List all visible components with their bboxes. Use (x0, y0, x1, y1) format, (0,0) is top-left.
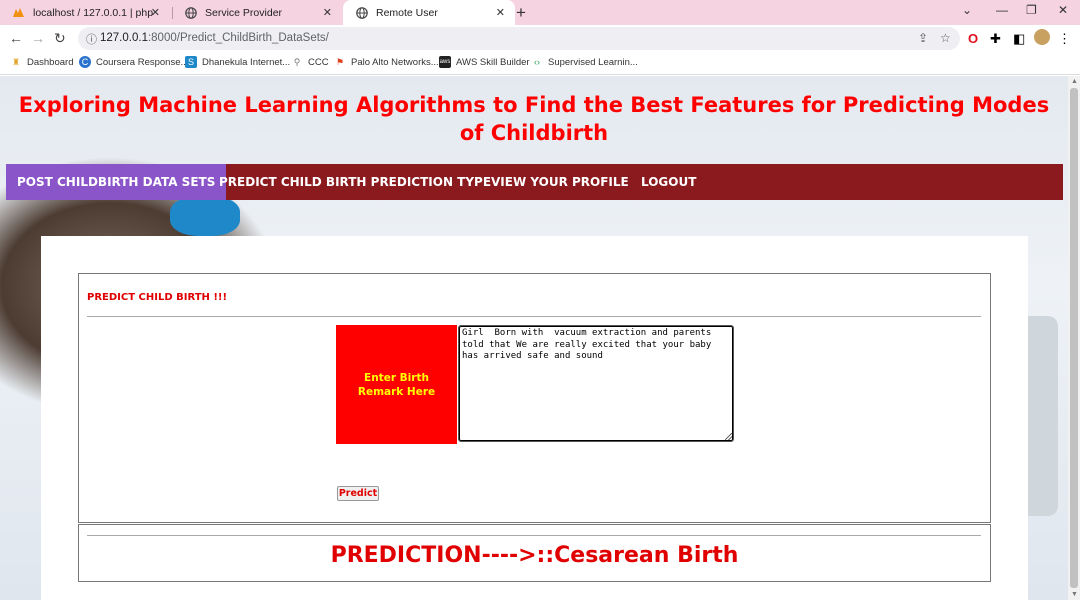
form-heading: PREDICT CHILD BIRTH !!! (87, 292, 228, 303)
phpmyadmin-icon (12, 6, 25, 19)
s-logo-icon: S (185, 56, 197, 68)
tab-remote-user[interactable]: Remote User ✕ (343, 0, 515, 25)
background-photo-detail (170, 196, 240, 236)
code-icon: ‹› (534, 57, 540, 67)
side-panel-icon[interactable]: ◧ (1013, 31, 1025, 47)
nav-logout[interactable]: LOGOUT (630, 164, 707, 200)
kebab-menu-icon[interactable]: ⋮ (1058, 31, 1071, 47)
url-omnibox[interactable]: ⓘ 127.0.0.1:8000/Predict_ChildBirth_Data… (78, 27, 960, 50)
bookmark-star-icon[interactable]: ☆ (940, 31, 951, 45)
forward-arrow-icon[interactable]: → (31, 30, 45, 46)
page-scrollbar[interactable]: ▲ ▼ (1068, 76, 1080, 600)
globe-icon (355, 6, 368, 19)
extensions-puzzle-icon[interactable]: ✚ (990, 31, 1001, 47)
minimize-icon[interactable]: — (996, 3, 1008, 17)
browser-tab-bar: localhost / 127.0.0.1 | phpMyAdm ✕ Servi… (0, 0, 1080, 25)
prediction-form: PREDICT CHILD BIRTH !!! Enter Birth Rema… (78, 273, 991, 523)
predict-button[interactable]: Predict (337, 486, 379, 501)
profile-avatar[interactable] (1034, 29, 1050, 45)
divider (87, 535, 981, 536)
reload-icon[interactable]: ↻ (54, 30, 66, 47)
tab-title: localhost / 127.0.0.1 | phpMyAdm (33, 6, 153, 19)
bookmarks-bar: ♜ Dashboard C Coursera Response... S Dhanek… (0, 53, 1080, 75)
close-tab-icon[interactable]: ✕ (151, 6, 160, 19)
share-icon[interactable]: ⇪ (918, 31, 928, 45)
coursera-icon: C (79, 56, 91, 68)
nav-predict-child-birth-type[interactable]: PREDICT CHILD BIRTH PREDICTION TYPE (208, 164, 502, 200)
nav-post-childbirth-data-sets[interactable]: POST CHILDBIRTH DATA SETS (6, 164, 227, 200)
close-tab-icon[interactable]: ✕ (496, 6, 505, 19)
bookmark-dashboard[interactable]: ♜ Dashboard (10, 56, 74, 68)
tab-service-provider[interactable]: Service Provider ✕ (172, 0, 342, 25)
prediction-result-panel: PREDICTION---->::Cesarean Birth (78, 524, 991, 582)
bookmark-ccc[interactable]: ⚲ CCC (291, 56, 329, 68)
divider (87, 316, 981, 317)
birth-remark-label: Enter Birth Remark Here (336, 325, 457, 444)
tab-phpmyadmin[interactable]: localhost / 127.0.0.1 | phpMyAdm ✕ (0, 0, 170, 25)
new-tab-plus-icon[interactable]: + (516, 3, 526, 23)
tab-search-chevron-icon[interactable]: ⌄ (962, 3, 972, 17)
tab-title: Service Provider (205, 6, 283, 19)
bookmark-coursera[interactable]: C Coursera Response... (79, 56, 188, 68)
birth-remark-textarea[interactable]: Girl Born with vacuum extraction and par… (458, 325, 734, 442)
bookmark-supervised-learning[interactable]: ‹› Supervised Learnin... (531, 56, 638, 68)
page-title: Exploring Machine Learning Algorithms to… (18, 93, 1050, 145)
address-bar-row: ← → ↻ ⓘ 127.0.0.1:8000/Predict_ChildBirt… (0, 25, 1080, 53)
tab-title: Remote User (376, 6, 438, 19)
bookmark-aws[interactable]: aws AWS Skill Builder (439, 56, 530, 68)
paloalto-icon: ⚑ (335, 56, 345, 67)
nav-view-profile[interactable]: VIEW YOUR PROFILE (480, 164, 640, 200)
content-panel: PREDICT CHILD BIRTH !!! Enter Birth Rema… (41, 236, 1028, 600)
scrollbar-thumb[interactable] (1070, 88, 1078, 588)
ccc-icon: ⚲ (293, 56, 301, 67)
url-text[interactable]: 127.0.0.1:8000/Predict_ChildBirth_DataSe… (100, 32, 329, 44)
bookmark-palo-alto[interactable]: ⚑ Palo Alto Networks... (334, 56, 439, 68)
textarea-resize-handle[interactable] (725, 433, 732, 440)
main-nav-menu: POST CHILDBIRTH DATA SETS PREDICT CHILD … (6, 164, 1063, 200)
globe-icon (184, 6, 197, 19)
scroll-down-arrow-icon[interactable]: ▼ (1071, 591, 1078, 598)
opera-icon[interactable]: O (968, 31, 978, 46)
back-arrow-icon[interactable]: ← (9, 30, 23, 46)
maximize-icon[interactable]: ❐ (1026, 3, 1037, 17)
scroll-up-arrow-icon[interactable]: ▲ (1071, 78, 1078, 85)
close-tab-icon[interactable]: ✕ (323, 6, 332, 19)
close-window-icon[interactable]: ✕ (1058, 3, 1068, 17)
aws-icon: aws (439, 56, 451, 68)
bookmark-dhanekula[interactable]: S Dhanekula Internet... (185, 56, 290, 68)
prediction-result-text: PREDICTION---->::Cesarean Birth (330, 543, 739, 568)
dashboard-icon: ♜ (11, 56, 21, 67)
page-viewport: Exploring Machine Learning Algorithms to… (0, 76, 1068, 600)
site-info-icon[interactable]: ⓘ (86, 31, 97, 47)
